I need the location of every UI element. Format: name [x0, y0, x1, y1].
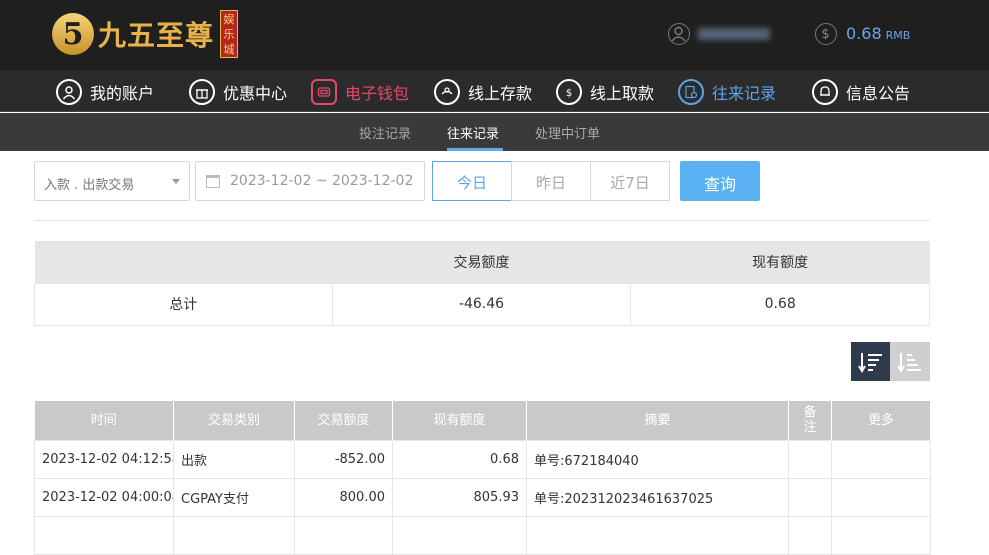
records-header-row: 时间 交易类别 交易额度 现有额度 摘要 备注 更多 — [34, 401, 931, 440]
sort-ascending-icon — [897, 352, 921, 373]
nav-announcements[interactable]: 信息公告 — [812, 78, 910, 106]
record-amount: -852.00 — [294, 439, 393, 479]
bell-icon — [812, 79, 838, 105]
withdraw-icon: $ — [556, 79, 582, 105]
record-note — [788, 439, 832, 479]
record-balance: 0.68 — [392, 439, 527, 479]
nav-label: 往来记录 — [712, 84, 777, 103]
svg-text:$: $ — [566, 88, 572, 99]
nav-my-account[interactable]: 我的账户 — [56, 78, 154, 106]
record-more[interactable] — [831, 439, 931, 479]
subnav-pending-orders[interactable]: 处理中订单 — [535, 123, 600, 142]
query-button[interactable]: 查询 — [680, 161, 760, 201]
records-table: 时间 交易类别 交易额度 现有额度 摘要 备注 更多 2023-12-02 04… — [34, 401, 931, 555]
svg-text:$: $ — [821, 27, 829, 42]
summary-amount: -46.46 — [331, 282, 632, 326]
summary-header: 现有额度 — [630, 241, 930, 283]
record-type: 出款 — [173, 439, 295, 479]
nav-label: 信息公告 — [846, 84, 911, 103]
last-7-days-button[interactable]: 近7日 — [590, 161, 670, 201]
yesterday-button[interactable]: 昨日 — [511, 161, 591, 201]
user-info[interactable] — [668, 22, 770, 46]
table-row[interactable] — [34, 515, 931, 555]
nav-label: 电子钱包 — [345, 84, 410, 103]
record-note — [788, 477, 832, 517]
column-header-type[interactable]: 交易类别 — [173, 401, 295, 440]
summary-row: 总计 -46.46 0.68 — [34, 282, 930, 326]
top-bar: 5 九五至尊 娱乐城 $ 0.68 RMB — [0, 0, 989, 70]
logo-mark: 5 — [52, 13, 94, 55]
logo[interactable]: 5 九五至尊 娱乐城 — [52, 6, 239, 62]
summary-balance: 0.68 — [630, 282, 930, 326]
transaction-type-value: 入款 . 出款交易 — [44, 178, 135, 193]
summary-header: 交易额度 — [332, 241, 631, 283]
active-tab-indicator — [447, 148, 503, 151]
nav-online-deposit[interactable]: 线上存款 — [434, 78, 532, 106]
user-avatar-icon — [668, 23, 690, 45]
logo-badge: 娱乐城 — [220, 10, 239, 58]
summary-header — [34, 241, 333, 283]
summary-label: 总计 — [34, 282, 333, 326]
username-redacted — [698, 28, 770, 40]
balance: 0.68 RMB — [846, 24, 910, 43]
record-amount: 800.00 — [294, 477, 393, 517]
summary-header-row: 交易额度 现有额度 — [34, 241, 930, 283]
sub-nav: 投注记录 往来记录 处理中订单 — [0, 113, 989, 151]
subnav-transaction-records[interactable]: 往来记录 — [447, 123, 499, 142]
column-header-amount[interactable]: 交易额度 — [294, 401, 393, 440]
sort-ascending-button[interactable] — [890, 342, 930, 381]
nav-label: 优惠中心 — [223, 84, 288, 103]
nav-promotions[interactable]: 优惠中心 — [189, 78, 287, 106]
column-header-note[interactable]: 备注 — [788, 401, 832, 440]
record-type: CGPAY支付 — [173, 477, 295, 517]
column-header-more[interactable]: 更多 — [831, 401, 931, 440]
wallet-icon — [311, 79, 337, 105]
today-button[interactable]: 今日 — [432, 161, 512, 201]
deposit-icon — [434, 79, 460, 105]
table-row[interactable]: 2023-12-02 04:00:08 CGPAY支付 800.00 805.9… — [34, 477, 931, 517]
date-range-value: 2023-12-02 ~ 2023-12-02 — [230, 173, 414, 189]
balance-value: 0.68 — [846, 24, 882, 43]
record-time: 2023-12-02 04:00:08 — [34, 477, 174, 517]
record-more[interactable] — [831, 477, 931, 517]
balance-currency: RMB — [885, 29, 911, 42]
subnav-bet-records[interactable]: 投注记录 — [359, 123, 411, 142]
logo-text: 九五至尊 — [98, 19, 215, 52]
record-summary: 单号:672184040 — [526, 439, 789, 479]
records-icon — [678, 79, 704, 105]
column-header-time[interactable]: 时间 — [34, 401, 174, 440]
table-row[interactable]: 2023-12-02 04:12:58 出款 -852.00 0.68 单号:6… — [34, 439, 931, 479]
column-header-summary[interactable]: 摘要 — [526, 401, 789, 440]
date-range-input[interactable]: 2023-12-02 ~ 2023-12-02 — [195, 161, 425, 201]
dollar-icon: $ — [815, 23, 837, 45]
sort-descending-button[interactable] — [851, 342, 890, 381]
divider — [34, 220, 930, 221]
main-nav: 我的账户 优惠中心 电子钱包 线上存款 $ 线上取款 往来记录 信息公告 — [0, 70, 989, 112]
nav-transaction-records[interactable]: 往来记录 — [678, 78, 776, 106]
gift-icon — [189, 79, 215, 105]
column-header-balance[interactable]: 现有额度 — [392, 401, 527, 440]
nav-label: 线上存款 — [468, 84, 533, 103]
nav-online-withdraw[interactable]: $ 线上取款 — [556, 78, 654, 106]
transaction-type-select[interactable]: 入款 . 出款交易 — [34, 161, 190, 201]
record-balance: 805.93 — [392, 477, 527, 517]
record-summary: 单号:202312023461637025 — [526, 477, 789, 517]
summary-table: 交易额度 现有额度 总计 -46.46 0.68 — [34, 241, 930, 326]
user-icon — [56, 79, 82, 105]
record-time: 2023-12-02 04:12:58 — [34, 439, 174, 479]
sort-descending-icon — [857, 352, 882, 373]
caret-down-icon — [172, 179, 180, 184]
nav-label: 我的账户 — [90, 84, 155, 103]
nav-e-wallet[interactable]: 电子钱包 — [311, 78, 409, 106]
calendar-icon — [206, 175, 220, 188]
nav-label: 线上取款 — [590, 84, 655, 103]
